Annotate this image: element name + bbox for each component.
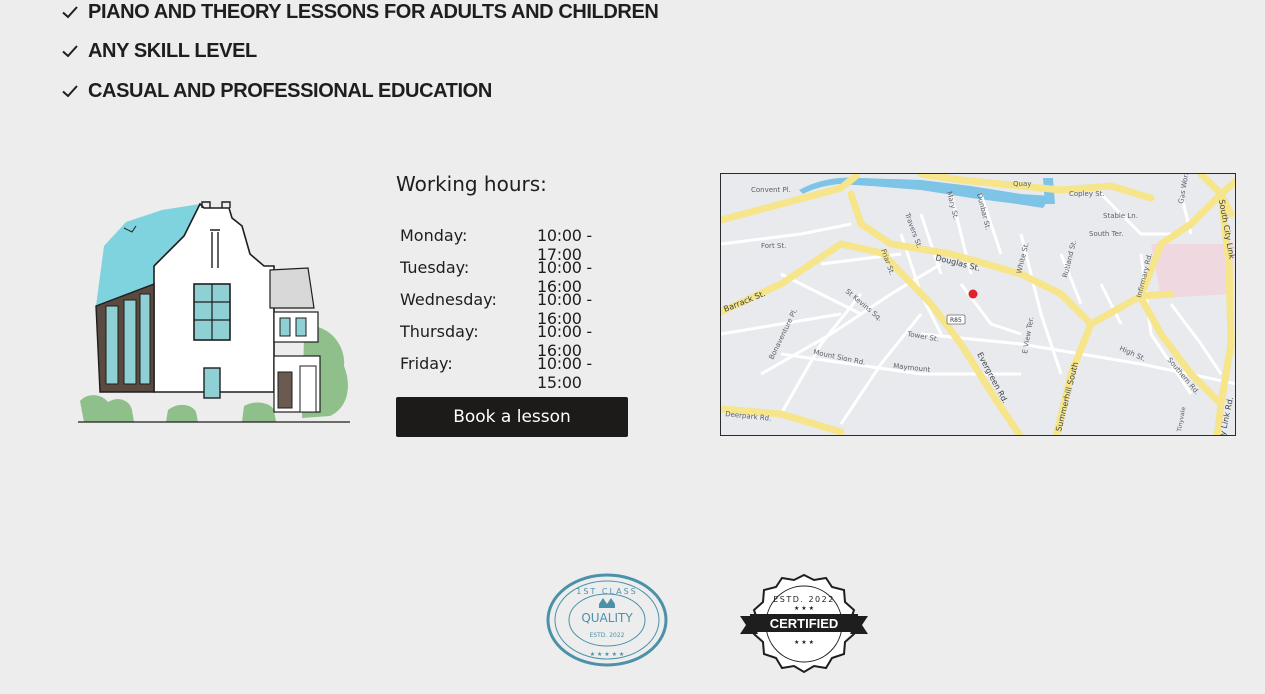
certified-badge-main: CERTIFIED	[770, 616, 839, 631]
hours-row: Friday: 10:00 - 15:00	[400, 350, 640, 392]
check-icon	[62, 6, 78, 19]
feature-label: PIANO AND THEORY LESSONS FOR ADULTS AND …	[88, 0, 659, 23]
feature-item: ANY SKILL LEVEL	[60, 39, 257, 63]
hours-row: Thursday: 10:00 - 16:00	[400, 318, 640, 360]
certified-badge-top: ESTD. 2022	[773, 595, 835, 604]
map-label: Quay	[1013, 180, 1031, 188]
crown-icon	[599, 598, 615, 608]
map-label: Fort St.	[761, 242, 786, 250]
hours-day: Friday:	[400, 354, 453, 373]
feature-item: CASUAL AND PROFESSIONAL EDUCATION	[60, 79, 492, 103]
quality-badge-bottom: ESTD. 2022	[590, 632, 625, 639]
hours-row: Monday: 10:00 - 17:00	[400, 222, 640, 264]
quality-badge-main: QUALITY	[581, 611, 633, 625]
feature-item: PIANO AND THEORY LESSONS FOR ADULTS AND …	[60, 0, 659, 24]
location-marker-icon[interactable]	[968, 289, 978, 299]
stars-icon: ★ ★ ★	[794, 639, 814, 646]
certified-badge: ESTD. 2022 ★ ★ ★ CERTIFIED ★ ★ ★	[740, 573, 868, 674]
stars-icon: ★ ★ ★ ★ ★	[590, 651, 625, 658]
map-label: South Ter.	[1089, 230, 1123, 238]
check-icon	[62, 85, 78, 98]
map-label: Convent Pl.	[751, 186, 791, 194]
hours-day: Tuesday:	[400, 258, 470, 277]
stars-icon: ★ ★ ★	[794, 605, 814, 612]
working-hours-title: Working hours:	[396, 172, 547, 196]
hours-time: 10:00 - 15:00	[537, 354, 592, 392]
map-canvas[interactable]: Convent Pl. Quay Copley St. Stable Ln. S…	[721, 174, 1236, 436]
feature-label: ANY SKILL LEVEL	[88, 39, 257, 62]
quality-badge-top: 1ST CLASS	[576, 587, 637, 596]
hours-day: Monday:	[400, 226, 468, 245]
hours-row: Wednesday: 10:00 - 16:00	[400, 286, 640, 328]
route-badge: R85	[950, 317, 962, 324]
book-lesson-button[interactable]: Book a lesson	[396, 397, 628, 437]
map-label: Stable Ln.	[1103, 212, 1138, 220]
map-label: Copley St.	[1069, 190, 1105, 198]
location-map[interactable]: Convent Pl. Quay Copley St. Stable Ln. S…	[720, 173, 1236, 436]
hours-row: Tuesday: 10:00 - 16:00	[400, 254, 640, 296]
house-illustration	[78, 201, 350, 423]
hours-day: Wednesday:	[400, 290, 497, 309]
quality-badge: 1ST CLASS QUALITY ESTD. 2022 ★ ★ ★ ★ ★	[546, 573, 668, 667]
hours-day: Thursday:	[400, 322, 479, 341]
check-icon	[62, 45, 78, 58]
feature-label: CASUAL AND PROFESSIONAL EDUCATION	[88, 79, 492, 102]
